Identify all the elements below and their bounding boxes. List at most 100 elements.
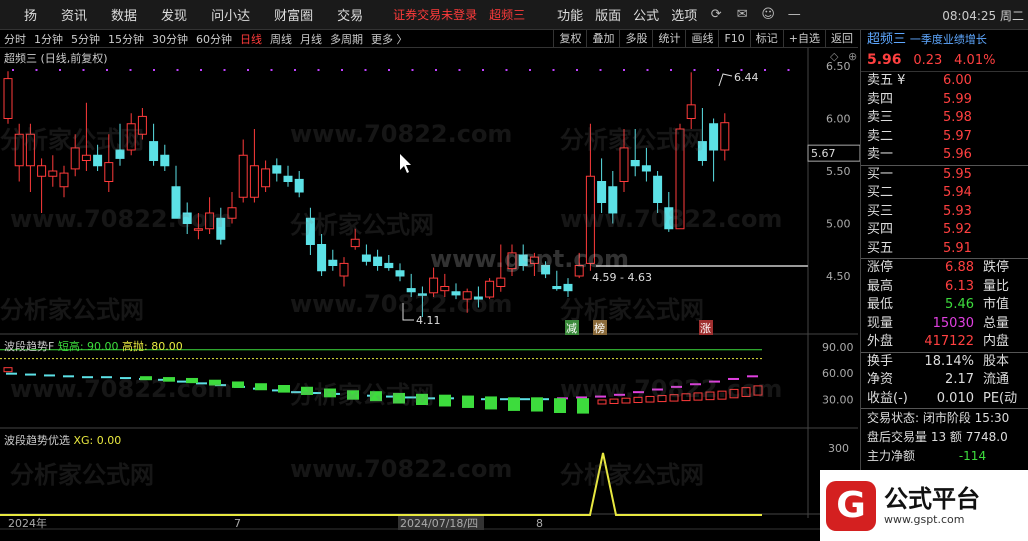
user-icon[interactable]: ☺ bbox=[755, 7, 781, 22]
candle-body[interactable] bbox=[283, 175, 293, 182]
candle-body[interactable] bbox=[429, 277, 439, 294]
asks-row[interactable]: 卖四 5.99 bbox=[861, 91, 1028, 110]
bids-row[interactable]: 买一 5.95 bbox=[861, 166, 1028, 185]
candle-body[interactable] bbox=[171, 186, 181, 219]
candle-body[interactable] bbox=[709, 123, 719, 151]
candle-body[interactable] bbox=[3, 78, 13, 120]
candle-body[interactable] bbox=[182, 212, 192, 224]
candle-body[interactable] bbox=[574, 265, 584, 277]
candle-body[interactable] bbox=[664, 207, 674, 230]
candle-body[interactable] bbox=[384, 262, 394, 269]
candle-body[interactable] bbox=[720, 122, 730, 151]
menu-item-3[interactable]: 发现 bbox=[149, 5, 199, 24]
period-4[interactable]: 30分钟 bbox=[148, 31, 192, 47]
candle-body[interactable] bbox=[529, 256, 539, 264]
candle-body[interactable] bbox=[451, 291, 461, 296]
tool-8[interactable]: 返回 bbox=[825, 30, 858, 48]
candle-body[interactable] bbox=[37, 165, 47, 177]
period-0[interactable]: 分时 bbox=[0, 31, 30, 47]
candle-body[interactable] bbox=[485, 280, 495, 298]
period-9[interactable]: 多周期 bbox=[326, 31, 367, 47]
candle-body[interactable] bbox=[317, 244, 327, 272]
candle-body[interactable] bbox=[473, 296, 483, 300]
tool-5[interactable]: F10 bbox=[718, 30, 749, 48]
candle-body[interactable] bbox=[261, 168, 271, 188]
candle-body[interactable] bbox=[350, 238, 360, 248]
asks-row[interactable]: 卖二 5.97 bbox=[861, 128, 1028, 147]
candle-body[interactable] bbox=[686, 104, 696, 119]
candle-body[interactable] bbox=[697, 141, 707, 161]
candle-body[interactable] bbox=[328, 259, 338, 266]
period-7[interactable]: 周线 bbox=[266, 31, 296, 47]
candle-body[interactable] bbox=[104, 162, 114, 182]
candle-body[interactable] bbox=[25, 133, 35, 167]
candle-body[interactable] bbox=[59, 172, 69, 188]
asks-row[interactable]: 卖一 5.96 bbox=[861, 146, 1028, 165]
menu-item-1[interactable]: 资讯 bbox=[49, 5, 99, 24]
tool-2[interactable]: 多股 bbox=[619, 30, 652, 48]
tool-1[interactable]: 叠加 bbox=[586, 30, 619, 48]
candle-body[interactable] bbox=[227, 207, 237, 219]
bids-row[interactable]: 买五 5.91 bbox=[861, 240, 1028, 259]
candle-body[interactable] bbox=[608, 186, 618, 214]
asks-row[interactable]: 卖三 5.98 bbox=[861, 109, 1028, 128]
candle-body[interactable] bbox=[216, 217, 226, 240]
minimize-icon[interactable]: — bbox=[781, 7, 807, 22]
candle-body[interactable] bbox=[496, 277, 506, 288]
kline-chart[interactable]: 6.506.005.505.004.505.67◇ ⊕6.444.114.59 -… bbox=[0, 48, 860, 541]
candle-body[interactable] bbox=[406, 288, 416, 293]
period-8[interactable]: 月线 bbox=[296, 31, 326, 47]
candle-body[interactable] bbox=[137, 115, 147, 135]
period-2[interactable]: 5分钟 bbox=[67, 31, 104, 47]
candle-body[interactable] bbox=[563, 283, 573, 292]
candle-body[interactable] bbox=[585, 175, 595, 264]
candle-body[interactable] bbox=[653, 175, 663, 203]
menu-item-2[interactable]: 数据 bbox=[99, 5, 149, 24]
candle-body[interactable] bbox=[160, 154, 170, 167]
menu-right-item-3[interactable]: 选项 bbox=[665, 5, 703, 24]
candle-body[interactable] bbox=[294, 178, 304, 193]
period-5[interactable]: 60分钟 bbox=[192, 31, 236, 47]
candle-body[interactable] bbox=[126, 123, 136, 151]
menu-item-6[interactable]: 交易 bbox=[325, 5, 375, 24]
candle-body[interactable] bbox=[507, 252, 517, 270]
diamond-icon[interactable]: ◇ bbox=[830, 50, 839, 63]
candle-body[interactable] bbox=[541, 265, 551, 275]
candle-body[interactable] bbox=[81, 154, 91, 161]
menu-right-item-0[interactable]: 功能 bbox=[551, 5, 589, 24]
period-1[interactable]: 1分钟 bbox=[30, 31, 67, 47]
candle-body[interactable] bbox=[675, 128, 685, 230]
candle-body[interactable] bbox=[630, 160, 640, 167]
refresh-icon[interactable]: ⟳ bbox=[703, 7, 729, 22]
menu-item-5[interactable]: 财富圈 bbox=[262, 5, 325, 24]
menu-right-item-1[interactable]: 版面 bbox=[589, 5, 627, 24]
candle-body[interactable] bbox=[440, 286, 450, 292]
tool-6[interactable]: 标记 bbox=[749, 30, 783, 48]
stock-name-tab[interactable]: 超频三 bbox=[483, 6, 531, 23]
candle-body[interactable] bbox=[272, 165, 282, 174]
tool-7[interactable]: +自选 bbox=[782, 30, 825, 48]
candle-body[interactable] bbox=[518, 254, 528, 266]
candle-body[interactable] bbox=[339, 262, 349, 277]
period-3[interactable]: 15分钟 bbox=[104, 31, 148, 47]
candle-body[interactable] bbox=[552, 286, 562, 290]
candle-body[interactable] bbox=[70, 147, 80, 170]
asks-row[interactable]: 卖五 ¥ 6.00 bbox=[861, 72, 1028, 91]
menu-item-0[interactable]: 扬 bbox=[12, 5, 49, 24]
candle-body[interactable] bbox=[115, 149, 125, 159]
candle-body[interactable] bbox=[597, 181, 607, 203]
bids-row[interactable]: 买三 5.93 bbox=[861, 203, 1028, 222]
menu-right-item-2[interactable]: 公式 bbox=[627, 5, 665, 24]
lock-icon[interactable]: ⊕ bbox=[848, 50, 857, 63]
candle-body[interactable] bbox=[462, 291, 472, 300]
candle-body[interactable] bbox=[641, 165, 651, 172]
tool-0[interactable]: 复权 bbox=[553, 30, 586, 48]
candle-body[interactable] bbox=[93, 154, 103, 167]
candle-body[interactable] bbox=[238, 154, 248, 198]
bids-row[interactable]: 买二 5.94 bbox=[861, 184, 1028, 203]
menu-item-4[interactable]: 问小达 bbox=[199, 5, 262, 24]
tool-3[interactable]: 统计 bbox=[652, 30, 685, 48]
candle-body[interactable] bbox=[395, 270, 405, 277]
candle-body[interactable] bbox=[361, 254, 371, 262]
tool-4[interactable]: 画线 bbox=[685, 30, 718, 48]
